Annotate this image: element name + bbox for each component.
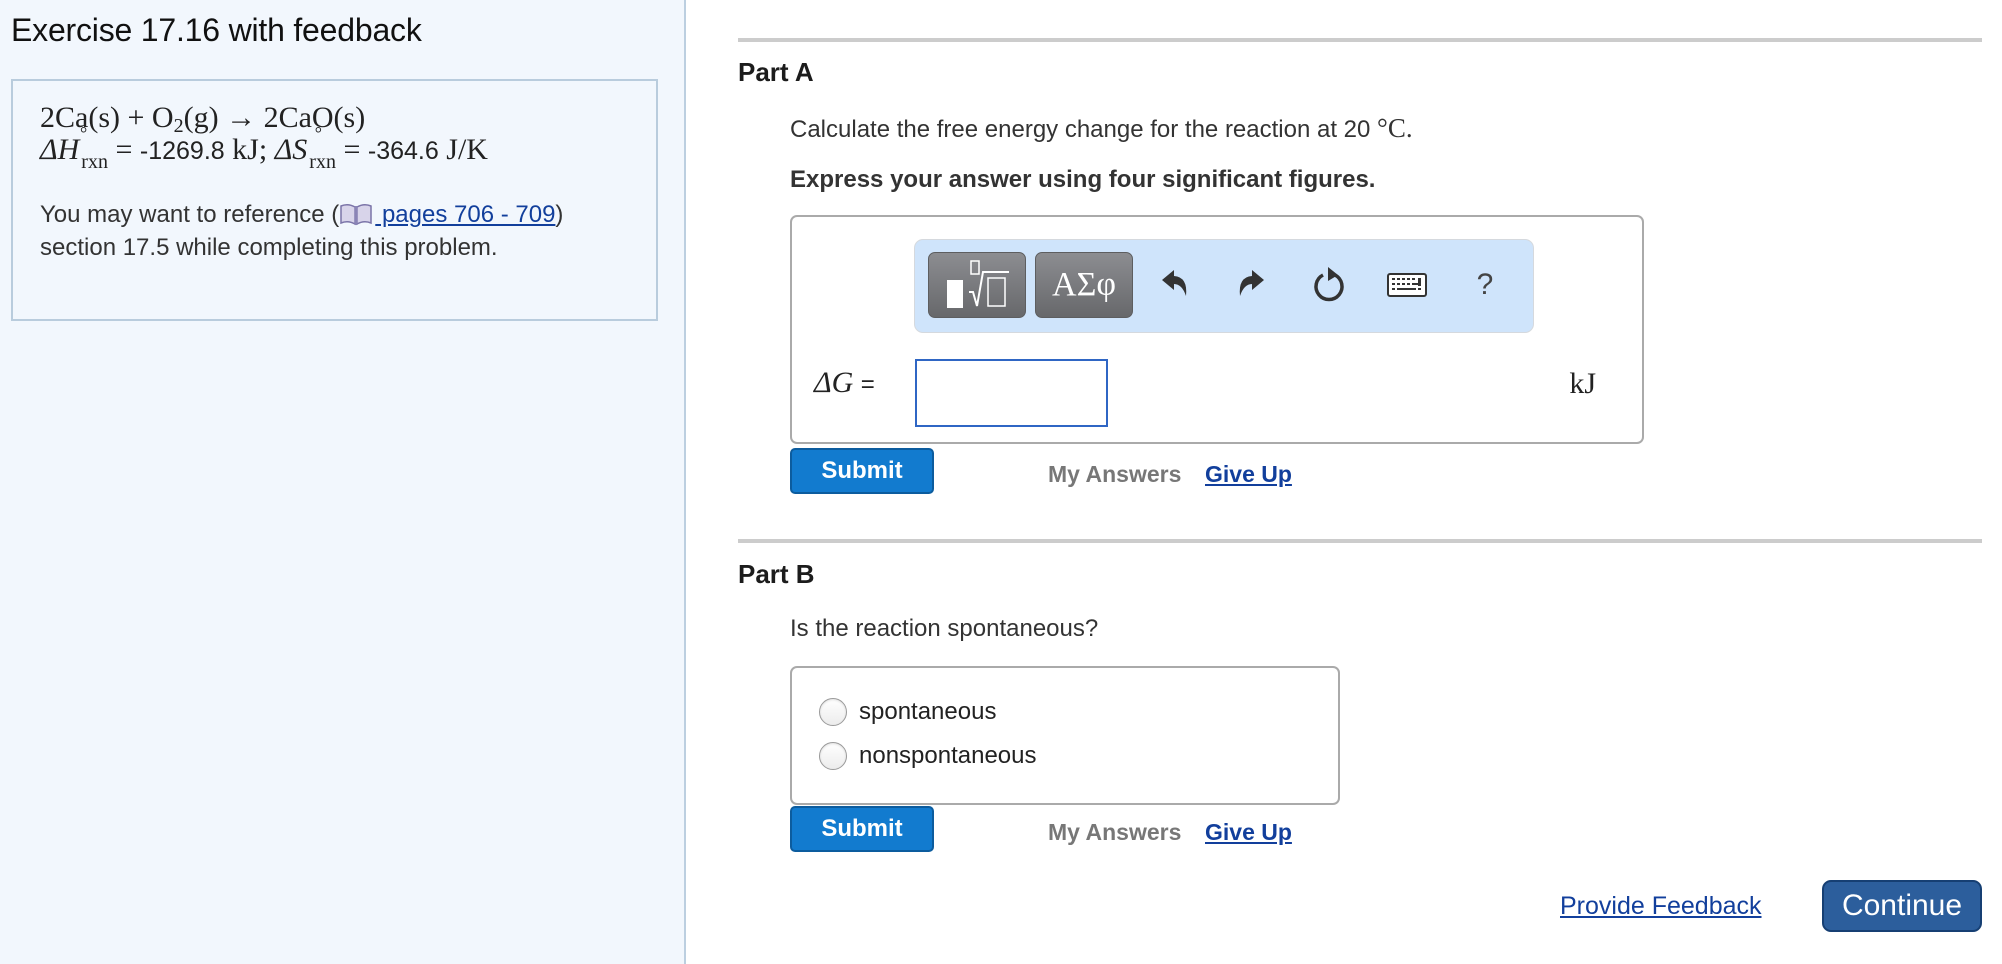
book-icon [339,202,373,226]
delta-s-text: ΔS [274,133,308,166]
continue-button[interactable]: Continue [1822,880,1982,932]
equals-sign: = [860,371,875,398]
textbook-pages-link[interactable]: pages 706 - 709 [339,201,555,228]
radio-button[interactable] [819,698,847,726]
delta-g-label: ΔG = [814,366,875,400]
reference-link-text: pages 706 - 709 [375,201,556,228]
keyboard-icon [1387,273,1427,297]
part-a-submit-button[interactable]: Submit [790,448,934,494]
part-b-heading: Part B [738,559,815,589]
thermo-values: ΔH ° rxn = -1269.8 kJ; ΔS ° rxn = -364.6 J/K [40,123,488,173]
delta-h-symbol: ΔH ° rxn [40,123,108,173]
unit-label: kJ [1569,367,1596,400]
part-b-options-box: spontaneous nonspontaneous [790,666,1340,805]
degree-symbol: ° [80,123,88,143]
equals-sign: = [343,133,361,166]
equals-sign: = [115,133,133,166]
exercise-sidebar: Exercise 17.16 with feedback 2Ca(s) + O2… [0,0,686,964]
delta-g-symbol: ΔG [814,366,854,399]
part-a-instruction: Express your answer using four significa… [790,166,1376,193]
part-a-question: Calculate the free energy change for the… [790,113,1413,144]
delta-s-unit: J/K [446,133,488,166]
reset-button[interactable] [1307,262,1351,308]
symbols-button[interactable]: ΑΣφ [1035,252,1133,318]
keyboard-button[interactable] [1385,262,1429,308]
temperature-unit: °C. [1377,113,1413,143]
part-a-divider [738,38,1982,42]
part-a-give-up-link[interactable]: Give Up [1205,461,1292,488]
provide-feedback-link[interactable]: Provide Feedback [1560,892,1762,921]
help-button[interactable]: ? [1463,262,1507,308]
exercise-title: Exercise 17.16 with feedback [11,12,422,48]
undo-icon [1162,270,1187,296]
part-a-answer-area: ΑΣφ ? ΔG = kJ [790,215,1644,444]
radio-button[interactable] [819,742,847,770]
option-nonspontaneous[interactable]: nonspontaneous [819,742,1037,770]
reactant-2: O [151,101,174,134]
plus-sign: + [127,101,145,134]
reactant-2-state: (g) [183,101,219,134]
option-spontaneous[interactable]: spontaneous [819,698,996,726]
redo-icon [1239,270,1264,296]
templates-icon [947,260,1009,308]
redo-button[interactable] [1229,262,1273,308]
math-toolbar: ΑΣφ ? [914,239,1534,333]
reset-icon [1314,267,1344,302]
question-text: Calculate the free energy change for the… [790,116,1378,143]
option-label: spontaneous [859,698,997,725]
reaction-arrow: → [226,101,257,134]
degree-symbol: ° [314,123,322,143]
part-a-my-answers[interactable]: My Answers [1048,461,1181,488]
rxn-subscript: rxn [81,151,108,173]
part-b-question: Is the reaction spontaneous? [790,615,1099,642]
part-b-submit-button[interactable]: Submit [790,806,934,852]
delta-h-text: ΔH [40,133,80,166]
problem-info-box: 2Ca(s) + O2(g) → 2CaO(s) ΔH ° rxn = -1269.… [11,79,658,321]
delta-h-value: -1269.8 [139,137,225,165]
rxn-subscript: rxn [309,151,336,173]
option-label: nonspontaneous [859,742,1037,769]
reference-note: You may want to reference ( pages 706 - … [40,198,640,264]
part-a-heading: Part A [738,57,814,87]
undo-button[interactable] [1153,262,1197,308]
part-b-give-up-link[interactable]: Give Up [1205,819,1292,846]
templates-button[interactable] [928,252,1026,318]
delta-s-value: -364.6 [367,137,439,165]
delta-g-answer-input[interactable] [915,359,1108,427]
part-b-my-answers[interactable]: My Answers [1048,819,1181,846]
reference-prefix: You may want to reference ( [40,201,340,228]
delta-h-unit: kJ; [232,133,268,166]
part-b-divider [738,539,1982,543]
delta-s-symbol: ΔS ° rxn [274,123,336,173]
